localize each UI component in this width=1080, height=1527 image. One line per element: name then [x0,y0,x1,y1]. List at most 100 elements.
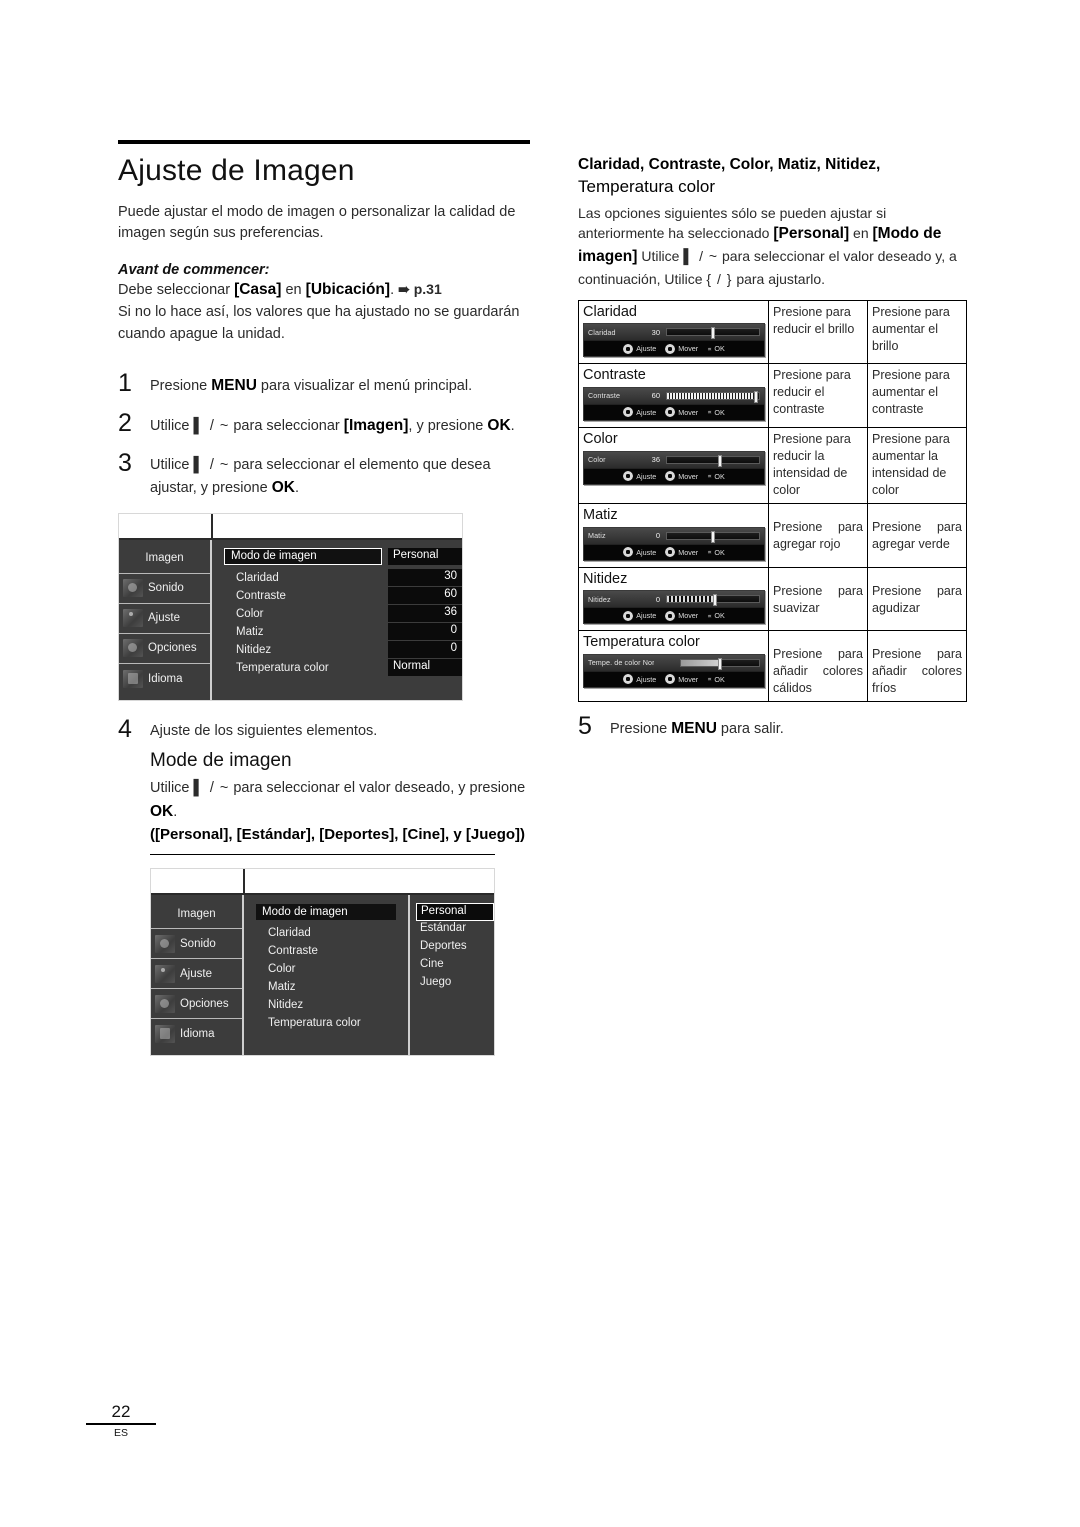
osd-row-contraste[interactable]: Contraste [256,942,402,960]
dpad-ud-icon [665,674,676,685]
osd-sidebar: Imagen Sonido Ajuste Opciones Idioma [119,539,212,700]
osd-menu-picture-mode-options[interactable]: Imagen Sonido Ajuste Opciones Idioma Mod… [150,868,495,1056]
osd-sidebar-item-sonido[interactable]: Sonido [151,929,242,959]
osd-row-temperatura-color[interactable]: Temperatura color Normal [224,659,462,677]
slider-knob[interactable] [754,390,759,403]
osd-row-color[interactable]: Color 36 [224,605,462,623]
osd-slider-contraste[interactable]: Contraste 60 Ajuste Mover ∝ OK [583,386,765,421]
slider-value: 36 [651,455,660,465]
slider-knob[interactable] [717,454,722,467]
cell-item-color: Color Color 36 Ajuste Mover ∝ OK [578,426,769,504]
osd-picture-mode-options: Personal Estándar Deportes Cine Juego [408,895,494,1055]
osd-sidebar-item-sonido[interactable]: Sonido [119,574,210,604]
osd-option-cine[interactable]: Cine [416,957,494,975]
osd-sidebar-item-opciones[interactable]: Opciones [119,634,210,664]
hint-ok: ∝ OK [707,408,725,417]
osd-row-matiz[interactable]: Matiz 0 [224,623,462,641]
language-icon [155,1025,175,1043]
before-key-ubicacion: [Ubicación] [305,281,391,299]
cell-text: Presione para aumentar el brillo [872,304,950,353]
osd-menu-picture-settings[interactable]: Imagen Sonido Ajuste Opciones Idioma Mod… [118,512,463,701]
slider-knob[interactable] [718,657,723,670]
osd-row-claridad[interactable]: Claridad [256,924,402,942]
slider-knob[interactable] [711,327,716,340]
cell-text: Presione para agregar verde [872,519,962,551]
slider-track[interactable] [680,657,760,670]
osd-sidebar-item-idioma[interactable]: Idioma [119,664,210,694]
osd-row-temperatura-color[interactable]: Temperatura color [256,1014,402,1032]
osd-sidebar-item-imagen[interactable]: Imagen [151,899,242,929]
slider-track[interactable] [666,390,760,403]
osd-slider-claridad[interactable]: Claridad 30 Ajuste Mover ∝ OK [583,323,765,358]
osd-slider-nitidez[interactable]: Nitidez 0 Ajuste Mover ∝ OK [583,590,765,625]
right-column: Claridad, Contraste, Color, Matiz, Nitid… [578,155,967,741]
osd-row-value: 0 [388,641,462,659]
osd-slider-temperatura-color[interactable]: Tempe. de color Normal Ajuste Mover [583,653,765,688]
osd-row-contraste[interactable]: Contraste 60 [224,587,462,605]
osd-row-claridad[interactable]: Claridad 30 [224,569,462,587]
ok-button-icon: ∝ [707,549,712,557]
cell-item-nitidez: Nitidez Nitidez 0 Ajuste Mover ∝ OK [578,566,769,632]
osd-slider-matiz[interactable]: Matiz 0 Ajuste Mover ∝ OK [583,526,765,561]
osd-sidebar-item-ajuste[interactable]: Ajuste [119,604,210,634]
right-title-light: Temperatura color [578,176,716,196]
step-4-line1-post: . [173,803,178,820]
slider-track[interactable] [666,530,760,543]
osd-row-color[interactable]: Color [256,960,402,978]
before-line2: Si no lo hace así, los valores que ha aj… [118,303,520,342]
before-line1-post: . [390,282,399,299]
osd-row-nitidez[interactable]: Nitidez 0 [224,641,462,659]
hint-label: Mover [678,674,699,684]
step-4-line1-mid: para seleccionar el valor deseado, y pre… [229,780,526,796]
osd-slider-color[interactable]: Color 36 Ajuste Mover ∝ OK [583,450,765,485]
osd-option-juego[interactable]: Juego [416,975,494,993]
step-1-number: 1 [118,369,132,398]
step-4-text: Ajuste de los siguientes elementos. [150,722,378,739]
slider-knob[interactable] [713,594,717,607]
slider-track[interactable] [666,327,760,340]
hint-ajuste: Ajuste [623,471,656,482]
slider-top: Tempe. de color Normal [584,654,764,671]
osd-sidebar-item-idioma[interactable]: Idioma [151,1019,242,1049]
osd-sidebar-item-imagen[interactable]: Imagen [119,544,210,574]
osd-option-deportes[interactable]: Deportes [416,939,494,957]
osd-row-value: 30 [388,569,462,587]
osd-option-personal[interactable]: Personal [416,903,494,921]
before-you-begin-body: Debe seleccionar [Casa] en [Ubicación]. … [118,278,530,345]
slider-track[interactable] [666,594,760,607]
slider-top: Color 36 [584,451,764,468]
osd-row-matiz[interactable]: Matiz [256,978,402,996]
hint-label: Mover [678,611,699,621]
menu-key: MENU [671,720,717,738]
slider-track[interactable] [666,454,760,467]
osd-row-label: Matiz [268,981,296,993]
hint-label: Ajuste [636,674,657,684]
step-1: 1 Presione MENU para visualizar el menú … [118,371,530,398]
ok-button-icon: ∝ [707,409,712,417]
hint-mover: Mover [665,610,699,621]
osd-option-estandar[interactable]: Estándar [416,921,494,939]
hint-ok: ∝ OK [707,675,725,684]
step-2-mid: para seleccionar [229,418,344,435]
step-4-divider [150,854,495,855]
step-4: 4 Ajuste de los siguientes elementos. Mo… [118,716,530,855]
osd-body: Imagen Sonido Ajuste Opciones Idioma Mod… [151,895,494,1055]
osd-row-label: Modo de imagen [224,548,382,566]
page-title: Ajuste de Imagen [118,154,355,187]
osd-sidebar-label: Sonido [148,582,184,595]
osd-row-nitidez[interactable]: Nitidez [256,996,402,1014]
slider-knob[interactable] [711,530,716,543]
step-2-pre: Utilice [150,418,194,435]
page-number: 22 [86,1402,156,1425]
table-row: Nitidez Nitidez 0 Ajuste Mover ∝ OK Pres… [578,566,967,632]
dpad-ud-icon [665,407,676,418]
osd-row-modo-de-imagen[interactable]: Modo de imagen [256,903,402,921]
sound-icon [123,579,143,598]
osd-sidebar-item-opciones[interactable]: Opciones [151,989,242,1019]
item-label: Matiz [583,506,618,523]
osd-row-label: Temperatura color [268,1017,361,1029]
osd-sidebar-item-ajuste[interactable]: Ajuste [151,959,242,989]
step-2-post: . [510,418,515,435]
osd-row-modo-de-imagen[interactable]: Modo de imagen Personal [224,548,462,566]
cell-text: Presione para aumentar el contraste [872,368,950,417]
